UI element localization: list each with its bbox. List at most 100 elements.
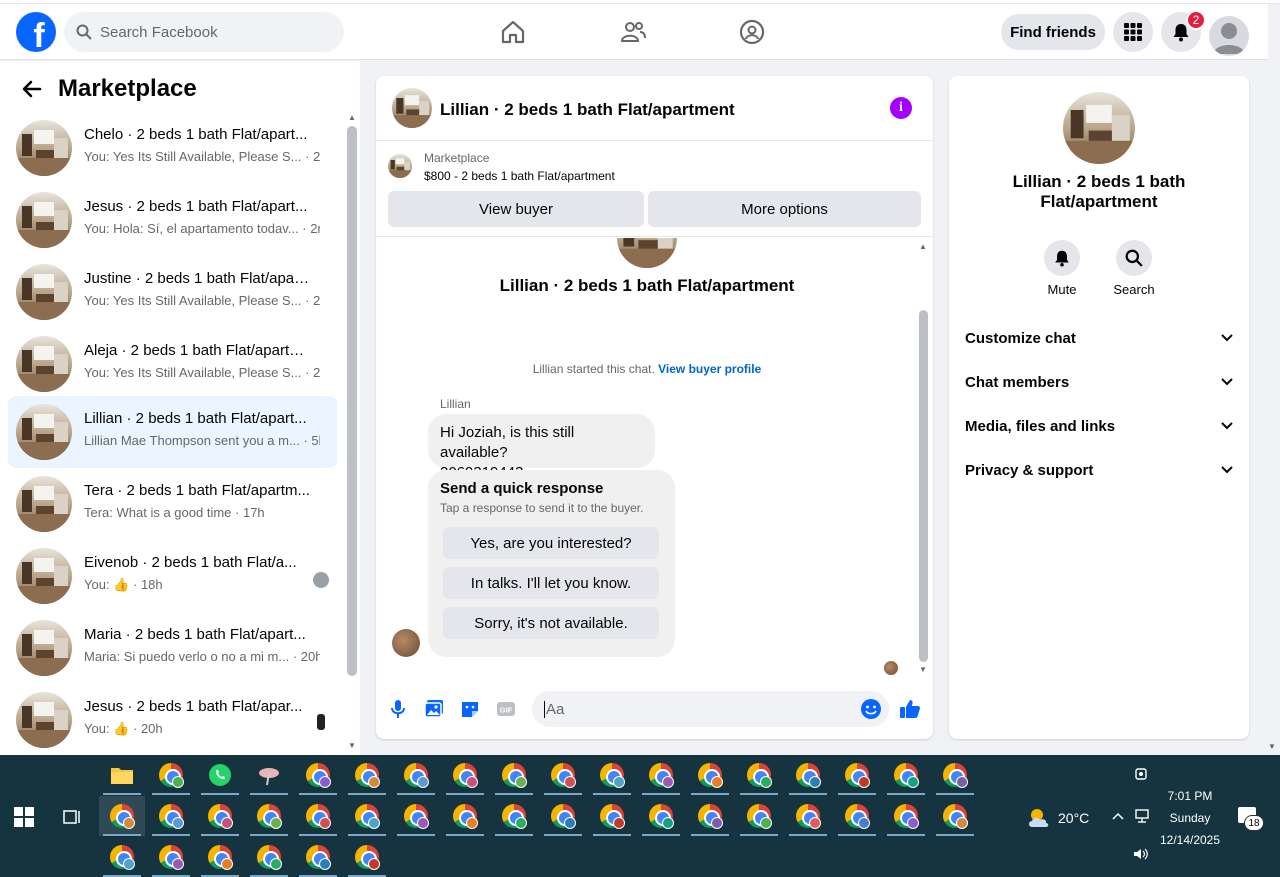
chrome-icon[interactable]: [638, 796, 684, 836]
mute-button[interactable]: Mute: [1032, 240, 1092, 297]
message-input[interactable]: Aa: [532, 691, 889, 727]
info-icon[interactable]: i: [890, 97, 912, 119]
chrome-icon[interactable]: [393, 796, 439, 836]
friends-icon[interactable]: [619, 18, 647, 46]
scroll-down-arrow-icon[interactable]: ▼: [919, 665, 927, 674]
groups-icon[interactable]: [738, 18, 766, 46]
chat-scrollbar[interactable]: [919, 310, 928, 662]
conversation-item[interactable]: Maria · 2 beds 1 bath Flat/apart... Mari…: [8, 612, 337, 684]
network-icon[interactable]: [1133, 808, 1151, 824]
conversation-item[interactable]: Tera · 2 beds 1 bath Flat/apartm... Tera…: [8, 468, 337, 540]
chrome-icon[interactable]: [442, 796, 488, 836]
chrome-icon[interactable]: [932, 755, 978, 795]
media-files-links-section[interactable]: Media, files and links: [965, 406, 1233, 446]
chrome-icon[interactable]: [736, 755, 782, 795]
conversation-item[interactable]: Aleja · 2 beds 1 bath Flat/apartm... You…: [8, 328, 337, 400]
chrome-icon[interactable]: [589, 755, 635, 795]
scroll-up-arrow-icon[interactable]: ▲: [348, 113, 356, 122]
conversation-item-active[interactable]: Lillian · 2 beds 1 bath Flat/apart... Li…: [8, 396, 337, 468]
message-bubble[interactable]: Hi Joziah, is this still available? 2069…: [428, 414, 655, 481]
chrome-icon[interactable]: [540, 755, 586, 795]
conversation-item[interactable]: Chelo · 2 beds 1 bath Flat/apart... You:…: [8, 112, 337, 184]
chrome-icon[interactable]: [687, 796, 733, 836]
more-options-button[interactable]: More options: [648, 191, 921, 227]
sticker-icon[interactable]: [459, 698, 481, 720]
search-input[interactable]: Search Facebook: [64, 12, 344, 52]
search-conversation-button[interactable]: Search: [1104, 240, 1164, 297]
view-buyer-button[interactable]: View buyer: [388, 191, 644, 227]
chrome-icon[interactable]: [295, 796, 341, 836]
customize-chat-section[interactable]: Customize chat: [965, 318, 1233, 358]
chevron-up-icon[interactable]: [1112, 811, 1124, 821]
chrome-icon[interactable]: [687, 755, 733, 795]
emoji-icon[interactable]: [860, 698, 882, 720]
quick-response-button[interactable]: Yes, are you interested?: [443, 527, 659, 559]
page-scroll-down-arrow-icon[interactable]: ▼: [1268, 742, 1276, 751]
chrome-icon[interactable]: [883, 796, 929, 836]
find-friends-button[interactable]: Find friends: [1001, 14, 1105, 50]
conversation-item[interactable]: Eivenob · 2 beds 1 bath Flat/a... You: 👍…: [8, 540, 337, 612]
volume-icon[interactable]: [1133, 847, 1149, 861]
chrome-icon[interactable]: [638, 755, 684, 795]
chrome-icon[interactable]: [393, 755, 439, 795]
chrome-icon[interactable]: [785, 755, 831, 795]
chrome-icon[interactable]: [932, 796, 978, 836]
chrome-icon[interactable]: [344, 837, 390, 877]
system-clock[interactable]: 7:01 PM Sunday 12/14/2025: [1150, 785, 1230, 851]
conversation-item[interactable]: Justine · 2 beds 1 bath Flat/apart... Yo…: [8, 256, 337, 328]
chrome-icon[interactable]: [197, 796, 243, 836]
chrome-icon[interactable]: [99, 796, 145, 836]
gif-icon[interactable]: GIF: [495, 698, 517, 720]
whatsapp-icon[interactable]: [197, 755, 243, 795]
chrome-icon[interactable]: [491, 796, 537, 836]
chrome-icon[interactable]: [99, 837, 145, 877]
like-thumbs-up-icon[interactable]: [899, 698, 921, 720]
conversation-item[interactable]: Jesus · 2 beds 1 bath Flat/apart... You:…: [8, 184, 337, 256]
chrome-icon[interactable]: [785, 796, 831, 836]
chrome-icon[interactable]: [246, 796, 292, 836]
app-icon[interactable]: [246, 755, 292, 795]
home-icon[interactable]: [499, 18, 527, 46]
chrome-icon[interactable]: [442, 755, 488, 795]
listing-price[interactable]: $800 - 2 beds 1 bath Flat/apartment: [424, 169, 615, 183]
chrome-icon[interactable]: [883, 755, 929, 795]
chrome-icon[interactable]: [540, 796, 586, 836]
chrome-icon[interactable]: [834, 796, 880, 836]
chrome-icon[interactable]: [834, 755, 880, 795]
chrome-icon[interactable]: [295, 755, 341, 795]
scroll-down-arrow-icon[interactable]: ▼: [348, 741, 356, 750]
microphone-icon[interactable]: [387, 698, 409, 720]
view-buyer-profile-link[interactable]: View buyer profile: [658, 362, 761, 376]
task-view-icon[interactable]: [62, 807, 82, 827]
chrome-icon[interactable]: [148, 796, 194, 836]
chat-title[interactable]: Lillian · 2 beds 1 bath Flat/apartment: [440, 100, 735, 120]
conversation-item[interactable]: Jesus · 2 beds 1 bath Flat/apar... You: …: [8, 684, 337, 756]
quick-response-button[interactable]: In talks. I'll let you know.: [443, 567, 659, 599]
sidebar-scrollbar[interactable]: [347, 126, 357, 676]
chrome-icon[interactable]: [295, 837, 341, 877]
chat-members-section[interactable]: Chat members: [965, 362, 1233, 402]
photo-icon[interactable]: [423, 698, 445, 720]
file-explorer-icon[interactable]: [99, 755, 145, 795]
chrome-icon[interactable]: [491, 755, 537, 795]
chat-thumbnail[interactable]: [392, 88, 432, 128]
scroll-up-arrow-icon[interactable]: ▲: [919, 242, 927, 251]
chrome-icon[interactable]: [148, 755, 194, 795]
quick-response-button[interactable]: Sorry, it's not available.: [443, 607, 659, 639]
meet-now-icon[interactable]: [1135, 767, 1149, 781]
chrome-icon[interactable]: [197, 837, 243, 877]
sender-avatar[interactable]: [392, 629, 420, 657]
weather-widget[interactable]: 20°C: [1026, 807, 1089, 829]
chrome-icon[interactable]: [148, 837, 194, 877]
account-avatar[interactable]: [1209, 16, 1249, 56]
chrome-icon[interactable]: [344, 796, 390, 836]
back-arrow-icon[interactable]: [22, 79, 42, 99]
chrome-icon[interactable]: [589, 796, 635, 836]
windows-start-icon[interactable]: [14, 807, 34, 827]
chrome-icon[interactable]: [736, 796, 782, 836]
facebook-logo-icon[interactable]: f: [16, 12, 56, 52]
menu-button[interactable]: [1113, 12, 1153, 52]
chrome-icon[interactable]: [246, 837, 292, 877]
chrome-icon[interactable]: [344, 755, 390, 795]
privacy-support-section[interactable]: Privacy & support: [965, 450, 1233, 490]
